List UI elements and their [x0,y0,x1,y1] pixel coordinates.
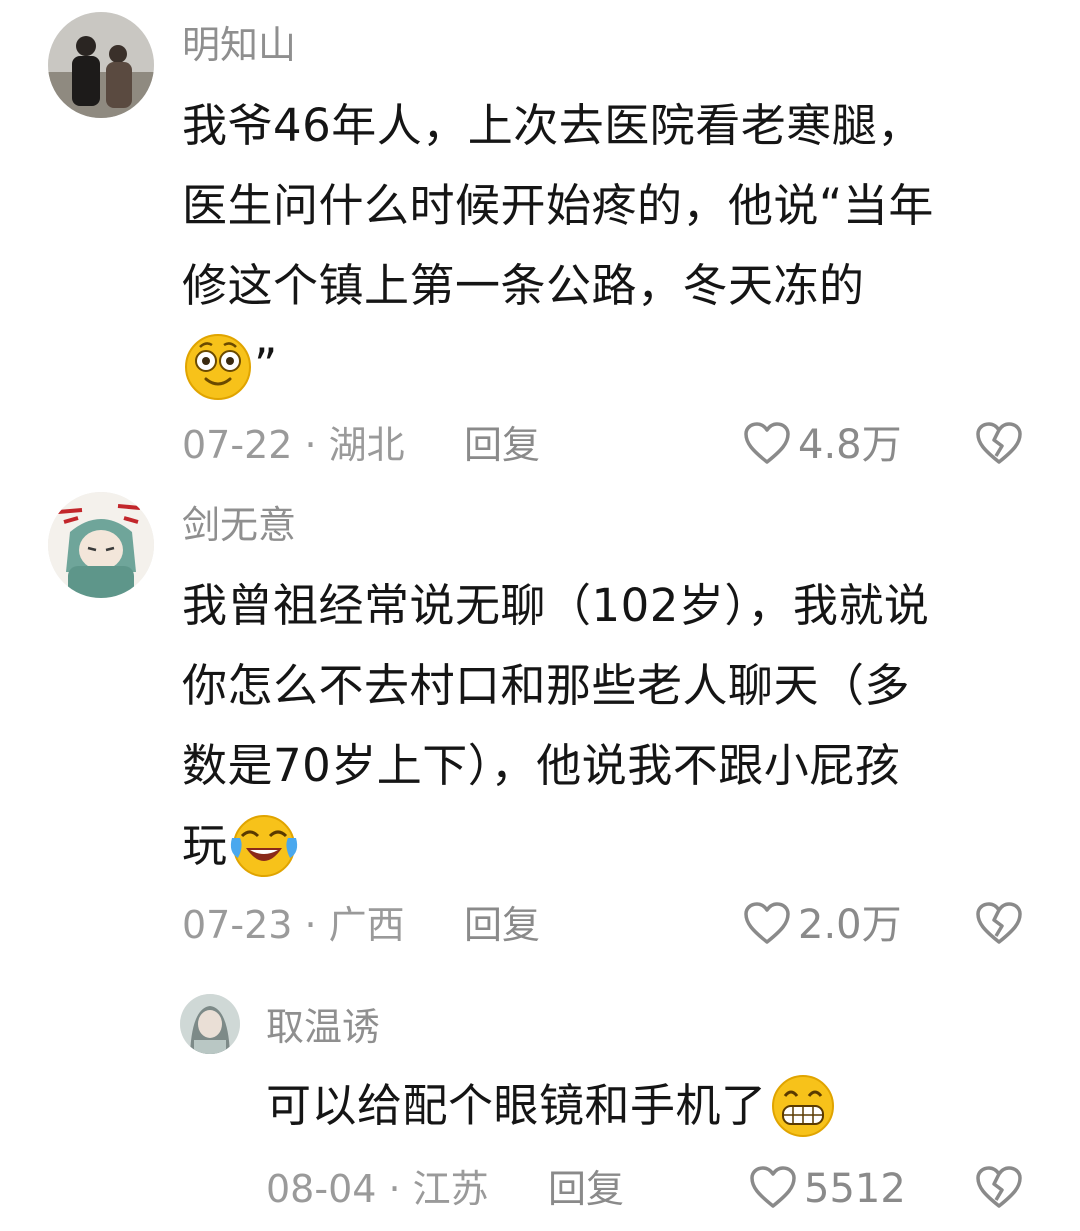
heart-icon [742,420,792,470]
avatar[interactable] [180,994,240,1054]
reply-button[interactable]: 回复 [464,902,540,948]
comment-line: 医生问什么时候开始疼的，他说“当年 [182,179,934,232]
comment-line-text: 玩 [182,819,228,872]
comment-line-last: 玩 [182,806,929,886]
meta-separator: · [292,903,329,947]
comment-date: 07-22 [182,423,293,467]
meta-separator: · [376,1167,413,1211]
reply-button[interactable]: 回复 [548,1166,624,1212]
comment-location: 江苏 [412,1167,489,1211]
comment-text: 我爷46年人，上次去医院看老寒腿， 医生问什么时候开始疼的，他说“当年 修这个镇… [182,86,934,406]
dislike-button[interactable] [974,900,1024,950]
grinning-face-icon [767,1072,839,1138]
comment-location: 湖北 [328,423,405,467]
like-count: 5512 [804,1166,906,1212]
heart-icon [742,900,792,950]
comment-text: 我曾祖经常说无聊（102岁），我就说 你怎么不去村口和那些老人聊天（多 数是70… [182,566,929,886]
comment-line: 数是70岁上下），他说我不跟小屁孩 [182,739,901,792]
meta-separator: · [292,423,329,467]
comment-text: 可以给配个眼镜和手机了 [266,1066,839,1146]
username[interactable]: 剑无意 [182,502,296,548]
comment-line-text: 可以给配个眼镜和手机了 [266,1079,767,1132]
comment-line-last: ” [182,326,934,406]
comment-location: 广西 [328,903,405,947]
dislike-button[interactable] [974,1164,1024,1214]
dislike-button[interactable] [974,420,1024,470]
broken-heart-icon [974,902,1024,950]
comment-line: 修这个镇上第一条公路，冬天冻的 [182,259,865,312]
username[interactable]: 明知山 [182,22,296,68]
broken-heart-icon [974,1166,1024,1214]
comment-meta: 07-23 · 广西 [182,902,405,948]
comment-meta: 07-22 · 湖北 [182,422,405,468]
avatar[interactable] [48,12,154,118]
comment-item: 明知山 我爷46年人，上次去医院看老寒腿， 医生问什么时候开始疼的，他说“当年 … [0,0,1080,480]
comment-date: 08-04 [266,1167,377,1211]
like-button[interactable]: 2.0万 [742,900,902,950]
comment-line-last: 可以给配个眼镜和手机了 [266,1066,839,1146]
crying-laughing-icon [228,812,300,878]
like-button[interactable]: 4.8万 [742,420,902,470]
comment-line: 我曾祖经常说无聊（102岁），我就说 [182,579,930,632]
avatar[interactable] [48,492,154,598]
heart-icon [748,1164,798,1214]
comment-line: 你怎么不去村口和那些老人聊天（多 [182,659,911,712]
comment-line: 我爷46年人，上次去医院看老寒腿， [182,99,923,152]
like-count: 4.8万 [798,422,902,468]
quote-mark: ” [254,339,278,392]
username[interactable]: 取温诱 [266,1004,380,1050]
comment-date: 07-23 [182,903,293,947]
reply-comment-item: 取温诱 可以给配个眼镜和手机了 08-04 · 江苏 回复 5512 [0,960,1080,1231]
like-count: 2.0万 [798,902,902,948]
reply-button[interactable]: 回复 [464,422,540,468]
comment-meta: 08-04 · 江苏 [266,1166,489,1212]
comment-item: 剑无意 我曾祖经常说无聊（102岁），我就说 你怎么不去村口和那些老人聊天（多 … [0,480,1080,960]
like-button[interactable]: 5512 [748,1164,906,1214]
flushed-face-icon [182,329,254,401]
broken-heart-icon [974,422,1024,470]
